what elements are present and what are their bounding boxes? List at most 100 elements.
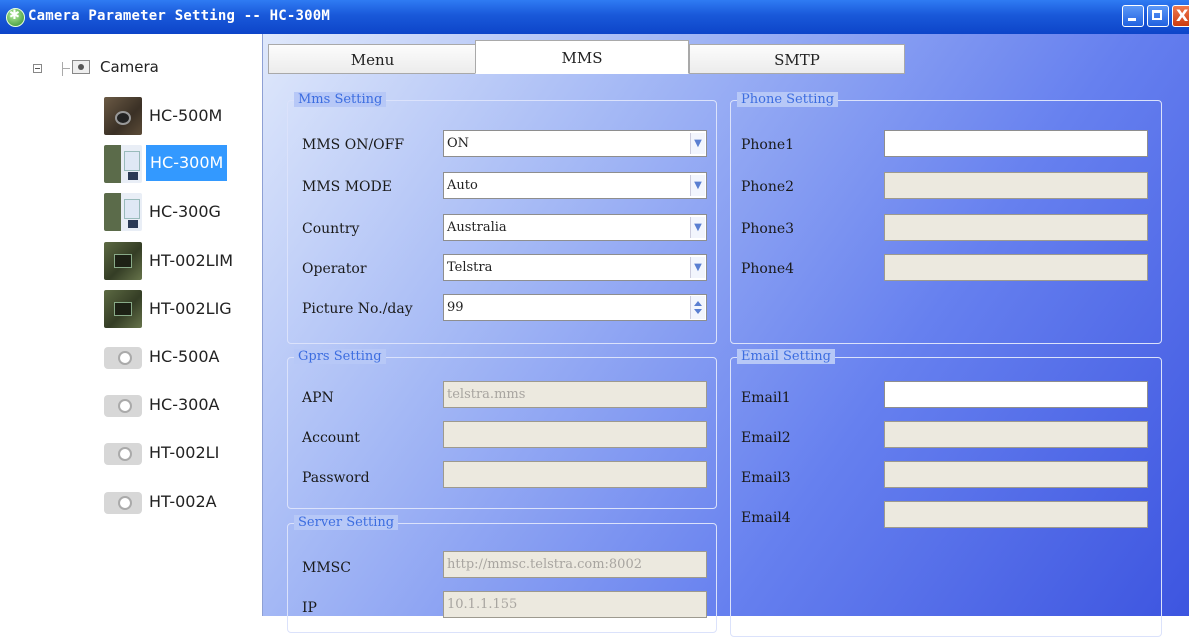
picture-per-day-spinner[interactable]: 99: [443, 294, 707, 321]
mmsc-label: MMSC: [302, 560, 351, 576]
camera-thumbnail-icon: [104, 492, 142, 514]
chevron-down-icon[interactable]: ▼: [690, 257, 705, 278]
tab-mms[interactable]: MMS: [475, 40, 689, 74]
spinner-arrows-icon[interactable]: [690, 296, 705, 319]
chevron-down-icon[interactable]: ▼: [690, 175, 705, 196]
phone4-label: Phone4: [741, 261, 795, 277]
mms-onoff-dropdown[interactable]: ON ▼: [443, 130, 707, 157]
email2-label: Email2: [741, 430, 791, 446]
phone2-label: Phone2: [741, 179, 795, 195]
phone3-input: [884, 214, 1148, 241]
camera-tree: Camera HC-500M HC-300M HC-300G HT-002LIM…: [0, 34, 262, 616]
mms-onoff-label: MMS ON/OFF: [302, 137, 405, 153]
email3-input: [884, 461, 1148, 488]
tab-menu[interactable]: Menu: [268, 44, 477, 74]
operator-label: Operator: [302, 261, 367, 277]
camera-thumbnail-icon: [104, 395, 142, 417]
tree-line: [62, 62, 63, 76]
close-button[interactable]: X: [1172, 5, 1189, 27]
phone1-input[interactable]: [884, 130, 1148, 157]
dropdown-value: Australia: [447, 220, 507, 235]
phone1-label: Phone1: [741, 137, 795, 153]
tree-item-label: HT-002LIM: [149, 251, 234, 270]
email1-input[interactable]: [884, 381, 1148, 408]
tree-item-label: HC-300G: [149, 202, 221, 221]
camera-thumbnail-icon: [104, 242, 142, 280]
ip-label: IP: [302, 600, 317, 616]
gprs-setting-legend: Gprs Setting: [294, 349, 386, 364]
email2-input: [884, 421, 1148, 448]
spinner-value: 99: [447, 300, 464, 315]
tree-item-label: HT-002A: [149, 492, 217, 511]
account-input: [443, 421, 707, 448]
account-label: Account: [302, 430, 360, 446]
country-label: Country: [302, 221, 360, 237]
minimize-button[interactable]: [1122, 5, 1144, 27]
tree-line: [62, 68, 70, 69]
tree-item-ht-002li[interactable]: HT-002LI: [104, 434, 254, 472]
phone3-label: Phone3: [741, 221, 795, 237]
tree-item-label: HC-500M: [149, 106, 223, 125]
apn-input: telstra.mms: [443, 381, 707, 408]
maximize-icon: [1152, 10, 1162, 20]
collapse-icon[interactable]: [33, 64, 42, 73]
tree-item-ht-002lim[interactable]: HT-002LIM: [104, 242, 254, 280]
tree-item-hc-500m[interactable]: HC-500M: [104, 97, 254, 135]
mms-setting-legend: Mms Setting: [294, 92, 387, 107]
mms-setting-group: Mms Setting MMS ON/OFF ON ▼ MMS MODE Aut…: [287, 92, 717, 344]
email-setting-legend: Email Setting: [737, 349, 835, 364]
tree-item-label: HC-300M: [146, 145, 228, 181]
ip-input: 10.1.1.155: [443, 591, 707, 618]
tree-item-hc-500a[interactable]: HC-500A: [104, 338, 254, 376]
chevron-down-icon[interactable]: ▼: [690, 217, 705, 238]
email3-label: Email3: [741, 470, 791, 486]
phone4-input: [884, 254, 1148, 281]
tree-item-ht-002a[interactable]: HT-002A: [104, 483, 254, 521]
window-title: Camera Parameter Setting -- HC-300M: [28, 8, 331, 24]
tree-root-camera[interactable]: Camera: [100, 58, 159, 76]
mmsc-input: http://mmsc.telstra.com:8002: [443, 551, 707, 578]
camera-thumbnail-icon: [104, 290, 142, 328]
dropdown-value: Telstra: [447, 260, 493, 275]
settings-panel: Menu SMTP MMS Mms Setting MMS ON/OFF ON …: [262, 34, 1189, 637]
country-dropdown[interactable]: Australia ▼: [443, 214, 707, 241]
mms-mode-label: MMS MODE: [302, 179, 392, 195]
password-input: [443, 461, 707, 488]
camera-thumbnail-icon: [104, 193, 142, 231]
email4-input: [884, 501, 1148, 528]
server-setting-legend: Server Setting: [294, 515, 399, 530]
dropdown-value: Auto: [447, 178, 478, 193]
tree-item-label: HC-500A: [149, 347, 220, 366]
apn-label: APN: [302, 390, 334, 406]
maximize-button[interactable]: [1147, 5, 1169, 27]
gprs-setting-group: Gprs Setting APN telstra.mms Account Pas…: [287, 349, 717, 509]
email4-label: Email4: [741, 510, 791, 526]
title-bar: Camera Parameter Setting -- HC-300M X: [0, 0, 1189, 34]
phone-setting-legend: Phone Setting: [737, 92, 839, 107]
camera-thumbnail-icon: [104, 145, 142, 183]
tree-item-hc-300a[interactable]: HC-300A: [104, 386, 254, 424]
email-setting-group: Email Setting Email1 Email2 Email3 Email…: [730, 349, 1162, 637]
tree-item-hc-300g[interactable]: HC-300G: [104, 193, 254, 231]
camera-thumbnail-icon: [104, 347, 142, 369]
password-label: Password: [302, 470, 370, 486]
mms-mode-dropdown[interactable]: Auto ▼: [443, 172, 707, 199]
camera-thumbnail-icon: [104, 443, 142, 465]
tree-item-ht-002lig[interactable]: HT-002LIG: [104, 290, 254, 328]
dropdown-value: ON: [447, 136, 470, 151]
server-setting-group: Server Setting MMSC http://mmsc.telstra.…: [287, 515, 717, 633]
picture-per-day-label: Picture No./day: [302, 301, 413, 317]
camera-root-icon: [72, 60, 90, 74]
camera-thumbnail-icon: [104, 97, 142, 135]
phone-setting-group: Phone Setting Phone1 Phone2 Phone3 Phone…: [730, 92, 1162, 344]
app-icon: [6, 8, 25, 27]
close-icon: X: [1176, 6, 1189, 25]
tree-item-label: HT-002LIG: [149, 299, 232, 318]
tree-item-hc-300m[interactable]: HC-300M: [104, 145, 254, 183]
tree-item-label: HT-002LI: [149, 443, 220, 462]
tab-smtp[interactable]: SMTP: [689, 44, 905, 74]
chevron-down-icon[interactable]: ▼: [690, 133, 705, 154]
operator-dropdown[interactable]: Telstra ▼: [443, 254, 707, 281]
phone2-input: [884, 172, 1148, 199]
email1-label: Email1: [741, 390, 791, 406]
